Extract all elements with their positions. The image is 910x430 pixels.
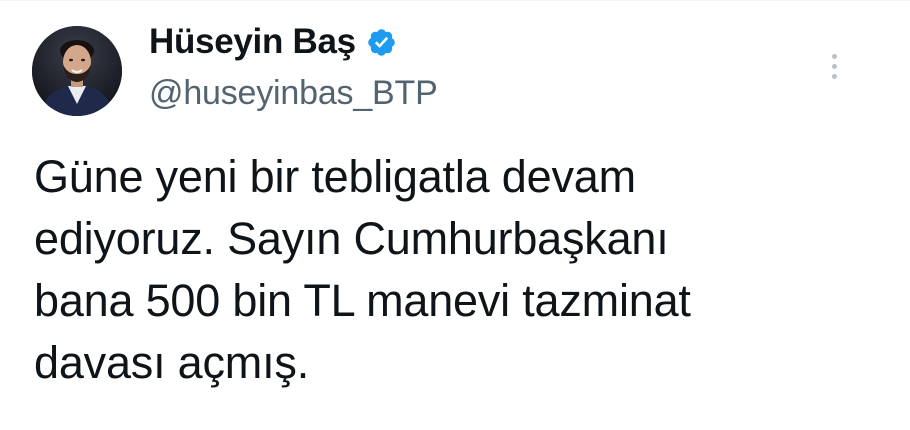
avatar-photo	[32, 26, 122, 116]
tweet-line: Güne yeni bir tebligatla devam	[34, 151, 636, 202]
dot	[831, 53, 837, 59]
tweet-text: Güne yeni bir tebligatla devam ediyoruz.…	[34, 146, 834, 394]
verified-badge-icon	[366, 27, 397, 58]
tweet-line: ediyoruz. Sayın Cumhurbaşkanı	[34, 213, 669, 264]
avatar[interactable]	[32, 26, 122, 116]
tweet-line: davası açmış.	[34, 337, 310, 388]
divider	[0, 0, 910, 1]
author-name-row[interactable]: Hüseyin Baş	[149, 20, 397, 64]
more-options-icon[interactable]	[820, 46, 848, 86]
dot	[831, 73, 837, 79]
author-display-name[interactable]: Hüseyin Baş	[149, 22, 356, 62]
tweet-line: bana 500 bin TL manevi tazminat	[34, 275, 691, 326]
dot	[831, 63, 837, 69]
tweet-card: Hüseyin Baş @huseyinbas_BTP Güne yeni bi…	[0, 0, 910, 430]
author-handle[interactable]: @huseyinbas_BTP	[149, 74, 438, 113]
